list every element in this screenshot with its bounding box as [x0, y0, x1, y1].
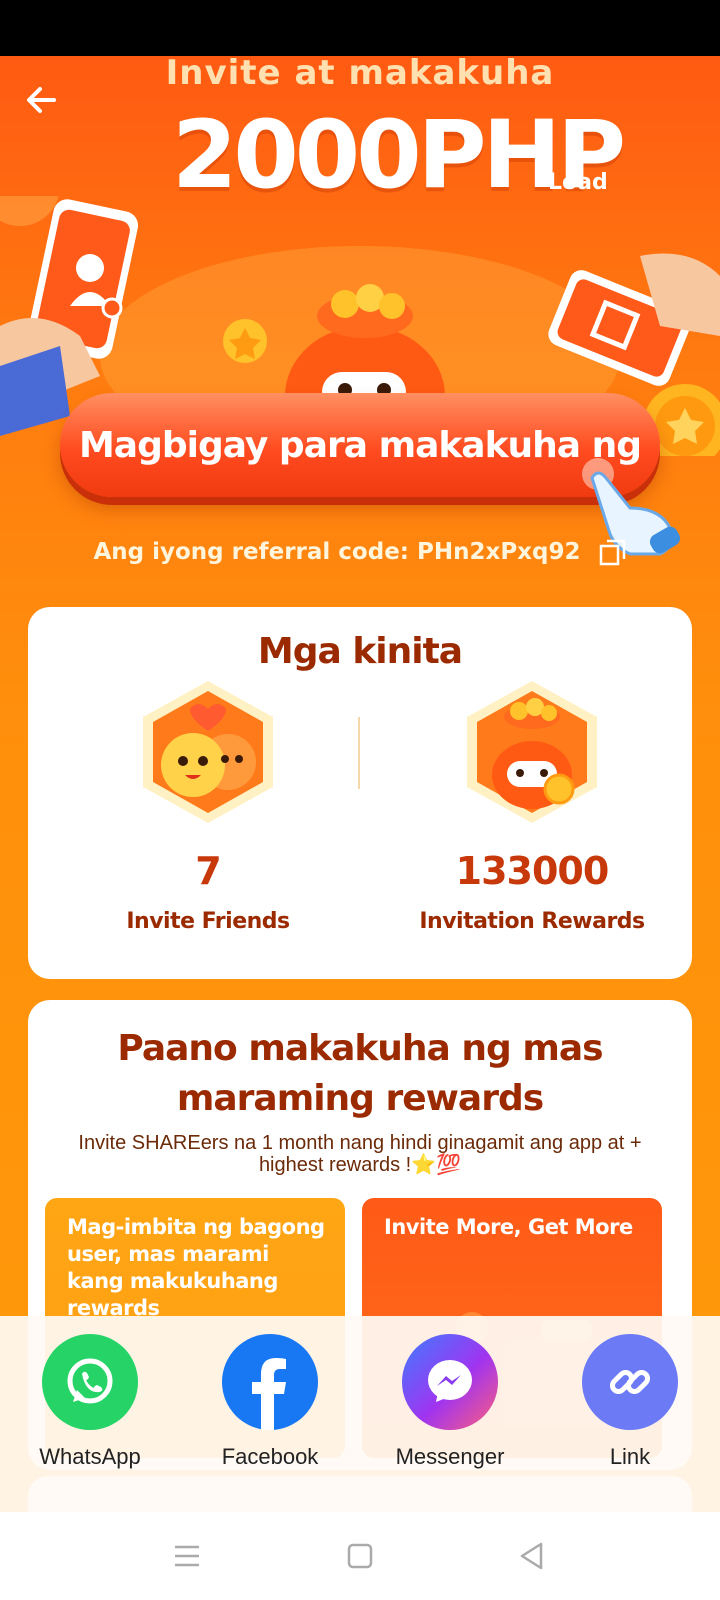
link-icon: [582, 1334, 678, 1430]
whatsapp-icon: [42, 1334, 138, 1430]
headline-unit: Load: [548, 170, 608, 195]
menu-icon: [175, 1545, 199, 1567]
tip-text: Mag-imbita ng bagong user, mas marami ka…: [67, 1215, 325, 1320]
referral-code-text: Ang iyong referral code: PHn2xPxq92: [93, 539, 581, 565]
share-bar: WhatsApp Facebook Messenger Link: [0, 1316, 720, 1512]
share-label: Link: [609, 1444, 651, 1469]
referral-code-row: Ang iyong referral code: PHn2xPxq92: [0, 538, 720, 566]
invite-friends-stat[interactable]: 7 Invite Friends: [58, 677, 358, 957]
tip-text: Invite More, Get More: [384, 1215, 633, 1239]
copy-button[interactable]: [599, 538, 627, 566]
invite-cta-label: Magbigay para makakuha ng: [78, 424, 642, 466]
share-label: Messenger: [395, 1444, 505, 1469]
how-to-title: Paano makakuha ng mas maraming rewards: [117, 1028, 603, 1119]
back-triangle-icon: [520, 1542, 543, 1570]
invitation-rewards-stat[interactable]: 133000 Invitation Rewards: [382, 677, 682, 957]
invite-cta-button[interactable]: Magbigay para makakuha ng: [60, 393, 660, 497]
home-button[interactable]: [338, 1534, 382, 1578]
earnings-card: Mga kinita 7 Invite Friends 133000 Invit…: [28, 607, 692, 979]
menu-button[interactable]: [165, 1534, 209, 1578]
earnings-title: Mga kinita: [257, 631, 463, 672]
invite-friends-label: Invite Friends: [126, 909, 290, 934]
invite-page: Invite at makakuha 2000PHP Load Magbigay…: [0, 56, 720, 1512]
share-link[interactable]: Link: [555, 1334, 705, 1484]
invitation-rewards-amount: 133000: [455, 849, 610, 893]
stat-divider: [358, 717, 360, 789]
rewards-hex-icon: [467, 681, 597, 823]
copy-icon: [599, 539, 625, 566]
how-to-subtitle: Invite SHAREers na 1 month nang hindi gi…: [78, 1132, 642, 1176]
back-nav-button[interactable]: [510, 1534, 554, 1578]
home-square-icon: [347, 1543, 373, 1569]
share-label: Facebook: [221, 1444, 319, 1469]
status-bar: [0, 0, 720, 56]
share-whatsapp[interactable]: WhatsApp: [15, 1334, 165, 1484]
friends-hex-icon: [143, 681, 273, 823]
invitation-rewards-label: Invitation Rewards: [419, 909, 645, 934]
messenger-icon: [402, 1334, 498, 1430]
facebook-icon: [222, 1334, 318, 1430]
share-facebook[interactable]: Facebook: [195, 1334, 345, 1484]
share-messenger[interactable]: Messenger: [375, 1334, 525, 1484]
invite-friends-count: 7: [195, 849, 221, 893]
system-nav-bar: [0, 1512, 720, 1600]
share-label: WhatsApp: [39, 1444, 141, 1469]
headline-subtitle: Invite at makakuha: [165, 56, 555, 93]
